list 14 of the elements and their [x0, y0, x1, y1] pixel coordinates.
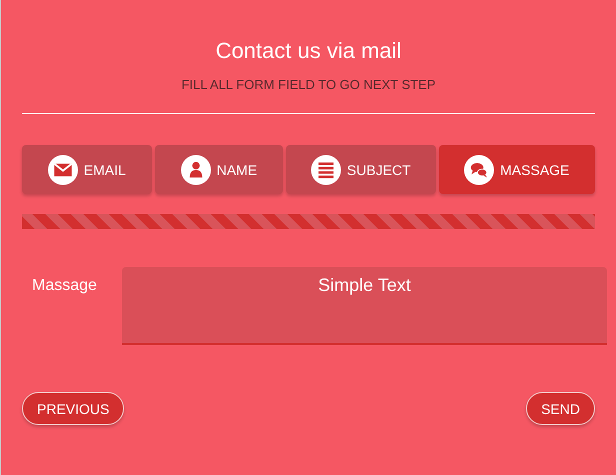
step-tab[interactable]: NAME: [154, 145, 284, 194]
message-field[interactable]: Simple Text: [122, 267, 607, 345]
form-subtitle: FILL ALL FORM FIELD TO GO NEXT STEP: [180, 77, 437, 93]
list-icon: [310, 154, 341, 184]
step-tab[interactable]: SUBJECT: [286, 145, 436, 194]
chat-bubbles-icon: [464, 154, 494, 184]
envelope-icon: [48, 154, 78, 184]
previous-button[interactable]: PREVIOUS: [22, 392, 124, 425]
form-title: Contact us via mail: [214, 38, 402, 64]
field-label: Massage: [31, 276, 98, 296]
step-tab[interactable]: MASSAGE: [438, 145, 595, 194]
send-button[interactable]: SEND: [526, 392, 595, 425]
person-icon: [180, 154, 211, 184]
step-tab[interactable]: EMAIL: [22, 145, 152, 194]
